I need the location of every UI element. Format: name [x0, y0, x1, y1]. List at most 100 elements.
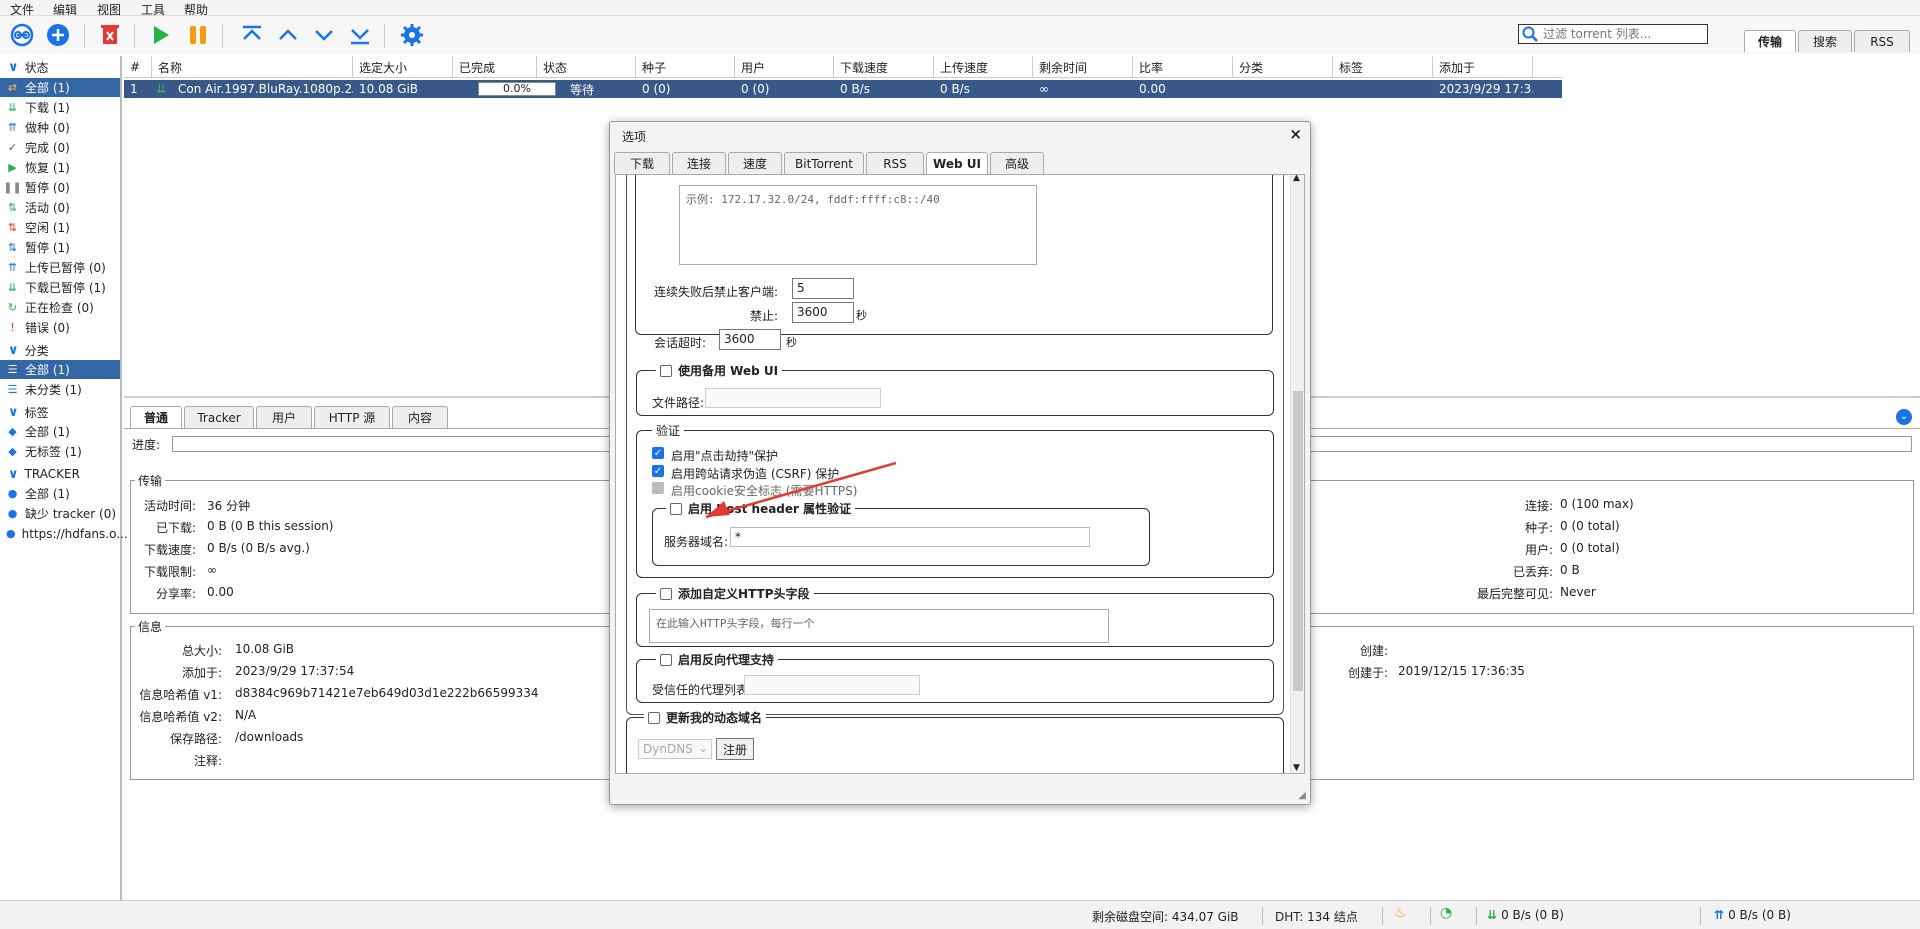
col-peers[interactable]: 用户 [735, 56, 834, 78]
dialog-tab-speed[interactable]: 速度 [728, 152, 782, 174]
dialog-tab-downloads[interactable]: 下载 [614, 152, 670, 174]
dyndns-title-text: 更新我的动态域名 [666, 711, 763, 725]
sidebar-status-item[interactable]: ⇄ 全部 (1) [0, 78, 120, 97]
upload-speed-status[interactable]: ⇈ 0 B/s (0 B) [1714, 908, 1791, 922]
dht-nodes: DHT: 134 结点 [1275, 910, 1358, 924]
delete-button[interactable] [96, 21, 124, 49]
dyndns-service-select[interactable]: DynDNS ⌄ [638, 739, 712, 759]
col-dl-speed[interactable]: 下载速度 [834, 56, 934, 78]
dialog-tab-rss[interactable]: RSS [866, 152, 924, 174]
scroll-up-icon[interactable]: ▲ [1293, 175, 1300, 183]
dialog-tab-advanced[interactable]: 高级 [990, 152, 1044, 174]
scrollbar-thumb[interactable] [1293, 391, 1303, 691]
col-ul-speed[interactable]: 上传速度 [934, 56, 1033, 78]
move-bottom-button[interactable] [346, 21, 374, 49]
sidebar-status-item[interactable]: ⇅ 暂停 (1) [0, 238, 120, 257]
status-section-header[interactable]: ∨ 状态 [8, 58, 49, 76]
sidebar-status-item[interactable]: ⇈ 做种 (0) [0, 118, 120, 137]
tab-rss[interactable]: RSS [1854, 30, 1910, 52]
category-section-header[interactable]: ∨ 分类 [8, 341, 49, 359]
custom-http-checkbox[interactable] [660, 587, 672, 600]
field-label: 活动时间: [143, 499, 196, 513]
speed-limit-icon[interactable]: ◔ [1440, 905, 1452, 921]
col-ratio[interactable]: 比率 [1133, 56, 1233, 78]
table-row[interactable]: 1 ⇊ Con Air.1997.BluRay.1080p.2Audi... 1… [124, 80, 1562, 98]
dyndns-checkbox[interactable] [648, 711, 660, 724]
trusted-proxies-input[interactable] [744, 675, 920, 695]
transfer-legend: 传输 [138, 474, 163, 488]
add-torrent-button[interactable] [44, 21, 72, 49]
close-icon[interactable]: × [1289, 125, 1302, 143]
tag-section-header[interactable]: ∨ 标签 [8, 403, 49, 421]
col-size[interactable]: 选定大小 [353, 56, 453, 78]
alt-webui-checkbox[interactable] [660, 364, 672, 377]
tab-general[interactable]: 普通 [130, 406, 182, 428]
sidebar-tag-all[interactable]: ◆ 全部 (1) [0, 422, 120, 441]
csrf-checkbox[interactable]: ✓ [652, 465, 664, 477]
firewall-icon[interactable]: ♨ [1394, 905, 1407, 921]
field-label: 注释: [193, 754, 222, 768]
sidebar-status-item[interactable]: ! 错误 (0) [0, 318, 120, 337]
cookie-secure-checkbox[interactable] [652, 482, 664, 494]
reverse-proxy-checkbox[interactable] [660, 653, 672, 666]
tab-transfers[interactable]: 传输 [1744, 30, 1796, 52]
sidebar-category-uncategorized[interactable]: ☰ 未分类 (1) [0, 380, 120, 399]
search-box[interactable] [1518, 24, 1708, 44]
tab-search[interactable]: 搜索 [1798, 30, 1852, 52]
col-category[interactable]: 分类 [1233, 56, 1333, 78]
options-button[interactable] [398, 21, 426, 49]
custom-http-textarea[interactable]: 在此输入HTTP头字段，每行一个 [649, 609, 1109, 643]
status-separator [1382, 907, 1383, 925]
col-eta[interactable]: 剩余时间 [1033, 56, 1133, 78]
col-done[interactable]: 已完成 [453, 56, 537, 78]
dialog-tab-bittorrent[interactable]: BitTorrent [784, 152, 864, 174]
sidebar-status-item[interactable]: ⇅ 活动 (0) [0, 198, 120, 217]
resize-grip-icon[interactable]: ◢ [1298, 790, 1306, 801]
resume-button[interactable] [146, 21, 174, 49]
sidebar-status-item[interactable]: ▶ 恢复 (1) [0, 158, 120, 177]
info-legend: 信息 [138, 620, 163, 634]
dialog-tab-connection[interactable]: 连接 [672, 152, 726, 174]
move-up-button[interactable] [274, 21, 302, 49]
clickjacking-checkbox[interactable]: ✓ [652, 447, 664, 459]
download-icon: ⇊ [7, 101, 18, 114]
dialog-scrollbar[interactable]: ▲ ▼ [1290, 175, 1304, 773]
sidebar-status-item[interactable]: ⇅ 空闲 (1) [0, 218, 120, 237]
tab-trackers[interactable]: Tracker [184, 406, 254, 428]
field-value: d8384c969b71421e7eb649d03d1e222b66599334 [235, 686, 539, 700]
move-down-button[interactable] [310, 21, 338, 49]
move-top-button[interactable] [238, 21, 266, 49]
sidebar-status-item[interactable]: ⇊ 下载 (1) [0, 98, 120, 117]
collapse-panel-icon[interactable]: ⌄ [1896, 409, 1912, 425]
checking-icon: ↻ [7, 301, 18, 314]
sidebar-category-all[interactable]: ☰ 全部 (1) [0, 360, 120, 379]
col-num[interactable]: # [124, 56, 152, 78]
col-seeds[interactable]: 种子 [636, 56, 735, 78]
download-speed-status[interactable]: ⇊ 0 B/s (0 B) [1487, 908, 1564, 922]
sidebar-status-item[interactable]: ↻ 正在检查 (0) [0, 298, 120, 317]
sidebar-item-label: 恢复 (1) [25, 161, 70, 175]
col-name[interactable]: 名称 [152, 56, 353, 78]
sidebar-status-item[interactable]: ⇊ 下载已暂停 (1) [0, 278, 120, 297]
tab-peers[interactable]: 用户 [256, 406, 312, 428]
sidebar-tag-untagged[interactable]: ◆ 无标签 (1) [0, 442, 120, 461]
server-domains-input[interactable]: * [730, 527, 1090, 547]
sidebar-status-item[interactable]: ⇈ 上传已暂停 (0) [0, 258, 120, 277]
tab-http-sources[interactable]: HTTP 源 [314, 406, 390, 428]
alt-webui-path-input[interactable] [705, 388, 881, 408]
sidebar-status-item[interactable]: ✓ 完成 (0) [0, 138, 120, 157]
dialog-tab-webui[interactable]: Web UI [926, 152, 988, 174]
scroll-down-icon[interactable]: ▼ [1293, 763, 1300, 773]
col-added[interactable]: 添加于 [1433, 56, 1533, 78]
tracker-section-header[interactable]: ∨ TRACKER [8, 465, 80, 483]
col-status[interactable]: 状态 [537, 56, 636, 78]
col-tags[interactable]: 标签 [1333, 56, 1433, 78]
tab-content[interactable]: 内容 [392, 406, 448, 428]
chevron-down-icon: ∨ [8, 466, 19, 482]
search-input[interactable] [1541, 26, 1701, 42]
pause-button[interactable] [184, 21, 212, 49]
register-button[interactable]: 注册 [716, 738, 754, 760]
add-link-button[interactable] [8, 21, 36, 49]
sidebar-status-item[interactable]: ❚❚ 暂停 (0) [0, 178, 120, 197]
field-label: 种子: [1524, 521, 1553, 535]
